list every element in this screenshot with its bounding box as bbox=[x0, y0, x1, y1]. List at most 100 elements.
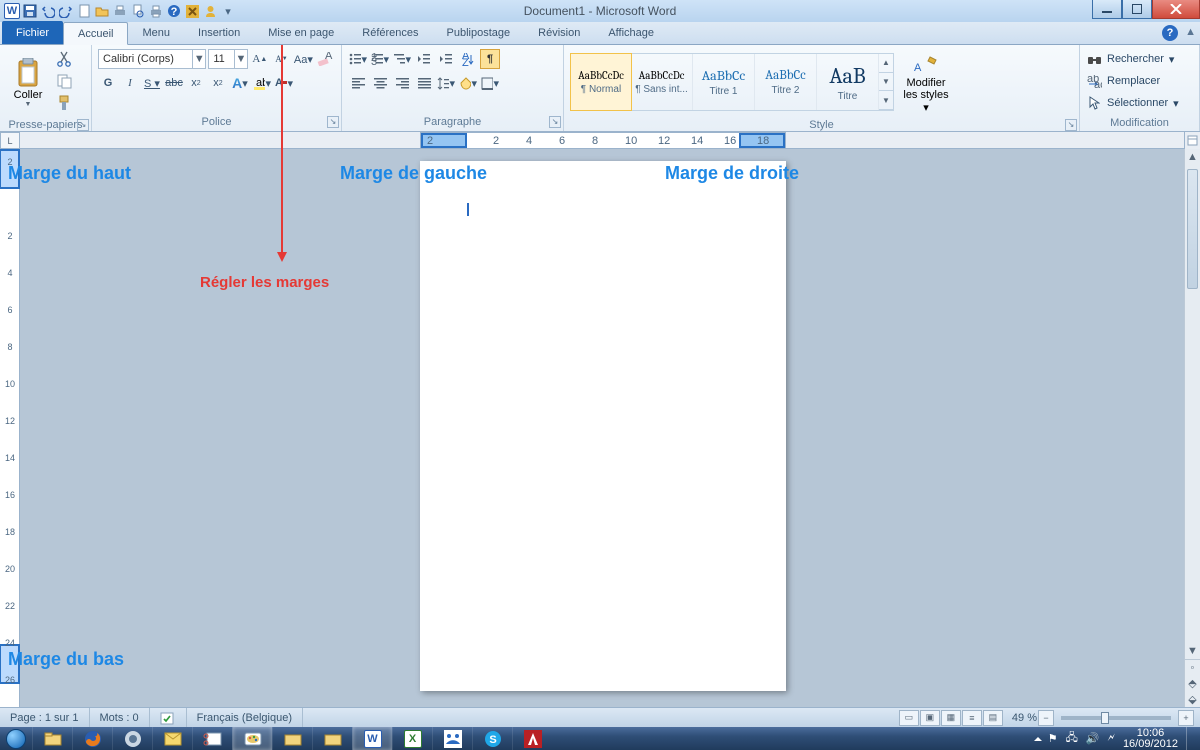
zoom-in-button[interactable]: + bbox=[1178, 710, 1194, 726]
view-outline-button[interactable]: ≡ bbox=[962, 710, 982, 726]
tab-insertion[interactable]: Insertion bbox=[184, 21, 254, 44]
numbering-button[interactable]: 123▾ bbox=[370, 49, 390, 69]
view-fullscreen-button[interactable]: ▣ bbox=[920, 710, 940, 726]
style--sans-int-[interactable]: AaBbCcDc¶ Sans int... bbox=[631, 54, 693, 110]
task-paint[interactable] bbox=[232, 727, 272, 750]
clear-format-button[interactable]: A bbox=[315, 49, 335, 69]
zoom-slider[interactable] bbox=[1061, 716, 1171, 720]
bullets-button[interactable]: ▾ bbox=[348, 49, 368, 69]
tab-selector[interactable]: L bbox=[0, 132, 20, 149]
qat-open-icon[interactable] bbox=[94, 3, 110, 19]
view-draft-button[interactable]: ▤ bbox=[983, 710, 1003, 726]
window-minimize-button[interactable] bbox=[1092, 0, 1122, 19]
gallery-up-icon[interactable]: ▲ bbox=[879, 54, 893, 73]
scroll-down-icon[interactable]: ▼ bbox=[1185, 643, 1200, 659]
cut-button[interactable] bbox=[54, 49, 74, 69]
show-desktop-button[interactable] bbox=[1186, 727, 1194, 750]
find-button[interactable]: Rechercher ▾ bbox=[1086, 49, 1179, 69]
tray-battery-icon[interactable]: 🗲 bbox=[1108, 732, 1115, 745]
task-ooo[interactable] bbox=[432, 727, 472, 750]
qat-more-icon[interactable]: ▾ bbox=[220, 3, 236, 19]
ribbon-minimize-icon[interactable]: ▲ bbox=[1185, 26, 1196, 38]
gallery-down-icon[interactable]: ▼ bbox=[879, 73, 893, 92]
superscript-button[interactable]: x2 bbox=[208, 73, 228, 93]
styles-launcher-icon[interactable]: ↘ bbox=[1065, 119, 1077, 131]
text-effects-button[interactable]: A▾ bbox=[230, 73, 250, 93]
task-app1[interactable] bbox=[112, 727, 152, 750]
change-case-button[interactable]: Aa▾ bbox=[293, 49, 313, 69]
indent-inc-button[interactable] bbox=[436, 49, 456, 69]
view-web-button[interactable]: ▦ bbox=[941, 710, 961, 726]
qat-close-icon[interactable] bbox=[184, 3, 200, 19]
task-adobe[interactable] bbox=[512, 727, 552, 750]
clipboard-launcher-icon[interactable]: ↘ bbox=[77, 119, 89, 131]
tray-flag-icon[interactable]: ⚑ bbox=[1048, 732, 1058, 745]
tray-network-icon[interactable]: 🖧 bbox=[1066, 729, 1078, 748]
sort-button[interactable]: AZ bbox=[458, 49, 478, 69]
tab-file[interactable]: Fichier bbox=[2, 21, 63, 44]
task-firefox[interactable] bbox=[72, 727, 112, 750]
show-hide-button[interactable]: ¶ bbox=[480, 49, 500, 69]
status-language[interactable]: Français (Belgique) bbox=[187, 708, 303, 727]
subscript-button[interactable]: x2 bbox=[186, 73, 206, 93]
align-left-button[interactable] bbox=[348, 73, 368, 93]
system-tray[interactable]: ⚑ 🖧 🔊 🗲 10:0616/09/2012 bbox=[1030, 727, 1200, 750]
task-folder2[interactable] bbox=[272, 727, 312, 750]
scroll-up-icon[interactable]: ▲ bbox=[1185, 149, 1200, 165]
format-painter-button[interactable] bbox=[54, 93, 74, 113]
window-close-button[interactable] bbox=[1152, 0, 1200, 19]
task-explorer[interactable] bbox=[32, 727, 72, 750]
grow-font-button[interactable]: A▲ bbox=[250, 49, 270, 69]
task-word[interactable]: W bbox=[352, 727, 392, 750]
qat-quickprint-icon[interactable] bbox=[112, 3, 128, 19]
style--normal[interactable]: AaBbCcDc¶ Normal bbox=[570, 53, 632, 111]
start-button[interactable] bbox=[0, 727, 32, 750]
italic-button[interactable]: I bbox=[120, 73, 140, 93]
qat-help-icon[interactable]: ? bbox=[166, 3, 182, 19]
justify-button[interactable] bbox=[414, 73, 434, 93]
styles-gallery[interactable]: AaBbCcDc¶ NormalAaBbCcDc¶ Sans int...AaB… bbox=[570, 53, 894, 111]
qat-user-icon[interactable] bbox=[202, 3, 218, 19]
scroll-thumb[interactable] bbox=[1187, 169, 1198, 289]
change-styles-button[interactable]: A Modifier les styles▾ bbox=[898, 49, 954, 115]
task-folder3[interactable] bbox=[312, 727, 352, 750]
ruler-toggle-icon[interactable] bbox=[1184, 132, 1200, 149]
replace-button[interactable]: abacRemplacer bbox=[1086, 71, 1179, 91]
style-titre-2[interactable]: AaBbCcTitre 2 bbox=[755, 54, 817, 110]
font-launcher-icon[interactable]: ↘ bbox=[327, 116, 339, 128]
tray-sound-icon[interactable]: 🔊 bbox=[1086, 732, 1100, 745]
zoom-out-button[interactable]: − bbox=[1038, 710, 1054, 726]
task-outlook[interactable] bbox=[152, 727, 192, 750]
copy-button[interactable] bbox=[54, 71, 74, 91]
qat-undo-icon[interactable] bbox=[40, 3, 56, 19]
font-name-combo[interactable]: Calibri (Corps)▼ bbox=[98, 49, 206, 69]
task-snip[interactable] bbox=[192, 727, 232, 750]
paste-button[interactable]: Coller ▼ bbox=[6, 49, 50, 115]
vertical-scrollbar[interactable]: ▲ ▼ ◦ ⬘ ⬙ bbox=[1184, 149, 1200, 707]
tab-references[interactable]: Références bbox=[348, 21, 432, 44]
tab-accueil[interactable]: Accueil bbox=[63, 22, 128, 45]
qat-preview-icon[interactable] bbox=[130, 3, 146, 19]
align-right-button[interactable] bbox=[392, 73, 412, 93]
task-excel[interactable]: X bbox=[392, 727, 432, 750]
select-button[interactable]: Sélectionner ▾ bbox=[1086, 93, 1179, 113]
shading-button[interactable]: ▾ bbox=[458, 73, 478, 93]
horizontal-ruler[interactable]: L 224681012141618 bbox=[0, 132, 1200, 149]
tray-show-hidden-icon[interactable] bbox=[1034, 737, 1042, 741]
underline-button[interactable]: S ▾ bbox=[142, 73, 162, 93]
tab-mise-en-page[interactable]: Mise en page bbox=[254, 21, 348, 44]
status-page[interactable]: Page : 1 sur 1 bbox=[0, 708, 90, 727]
vertical-ruler[interactable]: 22468101214161820222426 bbox=[0, 149, 20, 707]
qat-save-icon[interactable] bbox=[22, 3, 38, 19]
font-color-button[interactable]: A▾ bbox=[274, 73, 294, 93]
qat-print-icon[interactable] bbox=[148, 3, 164, 19]
align-center-button[interactable] bbox=[370, 73, 390, 93]
highlight-button[interactable]: ab▾ bbox=[252, 73, 272, 93]
bold-button[interactable]: G bbox=[98, 73, 118, 93]
paragraph-launcher-icon[interactable]: ↘ bbox=[549, 116, 561, 128]
strike-button[interactable]: abc bbox=[164, 73, 184, 93]
document-page[interactable] bbox=[420, 161, 786, 691]
style-titre-1[interactable]: AaBbCcTitre 1 bbox=[693, 54, 755, 110]
next-page-icon[interactable]: ⬙ bbox=[1185, 691, 1200, 707]
tab-menu[interactable]: Menu bbox=[128, 21, 184, 44]
